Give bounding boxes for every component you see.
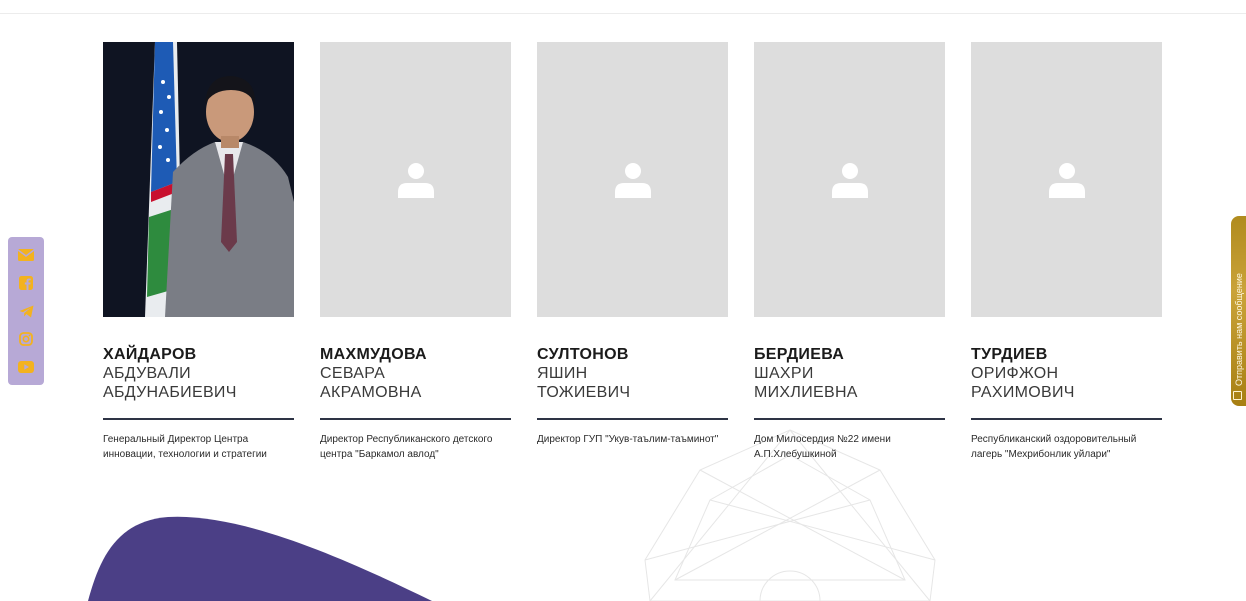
purple-wave-shape bbox=[88, 516, 432, 601]
header-bottom-border bbox=[0, 13, 1246, 14]
person-first-name: СЕВАРА bbox=[320, 365, 386, 382]
person-photo-placeholder bbox=[537, 42, 728, 317]
person-surname: МАХМУДОВА bbox=[320, 346, 427, 363]
portrait-illustration bbox=[103, 42, 294, 317]
person-description: Директор Республиканского детского центр… bbox=[320, 434, 493, 460]
person-first-name: ШАХРИ bbox=[754, 365, 814, 382]
person-card: ХАЙДАРОВ АБДУВАЛИ АБДУНАБИЕВИЧ Генеральн… bbox=[103, 42, 294, 462]
person-surname: СУЛТОНОВ bbox=[537, 346, 629, 363]
person-first-name: ЯШИН bbox=[537, 365, 588, 382]
name-divider bbox=[754, 418, 945, 420]
person-name: СУЛТОНОВ ЯШИН ТОЖИЕВИЧ bbox=[537, 345, 728, 402]
youtube-icon[interactable] bbox=[17, 358, 35, 376]
name-divider bbox=[103, 418, 294, 420]
person-card: ТУРДИЕВ ОРИФЖОН РАХИМОВИЧ Республикански… bbox=[971, 42, 1162, 462]
person-patronymic: ТОЖИЕВИЧ bbox=[537, 384, 631, 401]
person-name: ТУРДИЕВ ОРИФЖОН РАХИМОВИЧ bbox=[971, 345, 1162, 402]
feedback-tab[interactable]: Отправить нам сообщение bbox=[1231, 216, 1246, 406]
person-description: Дом Милосердия №22 имени А.П.Хлебушкиной bbox=[754, 434, 891, 460]
person-photo-placeholder bbox=[971, 42, 1162, 317]
person-first-name: АБДУВАЛИ bbox=[103, 365, 191, 382]
name-divider bbox=[971, 418, 1162, 420]
mail-icon[interactable] bbox=[17, 246, 35, 264]
user-placeholder-icon bbox=[831, 162, 868, 198]
person-card: СУЛТОНОВ ЯШИН ТОЖИЕВИЧ Директор ГУП "Уку… bbox=[537, 42, 728, 447]
person-description: Республиканский оздоровительный лагерь "… bbox=[971, 434, 1137, 460]
person-description: Генеральный Директор Центра инновации, т… bbox=[103, 434, 267, 460]
person-name: БЕРДИЕВА ШАХРИ МИХЛИЕВНА bbox=[754, 345, 945, 402]
instagram-icon[interactable] bbox=[17, 330, 35, 348]
person-patronymic: АКРАМОВНА bbox=[320, 384, 422, 401]
message-icon bbox=[1233, 391, 1242, 400]
user-placeholder-icon bbox=[397, 162, 434, 198]
person-surname: ХАЙДАРОВ bbox=[103, 346, 197, 363]
person-surname: БЕРДИЕВА bbox=[754, 346, 845, 363]
person-surname: ТУРДИЕВ bbox=[971, 346, 1048, 363]
facebook-icon[interactable] bbox=[17, 274, 35, 292]
name-divider bbox=[537, 418, 728, 420]
telegram-icon[interactable] bbox=[17, 302, 35, 320]
person-patronymic: МИХЛИЕВНА bbox=[754, 384, 858, 401]
person-first-name: ОРИФЖОН bbox=[971, 365, 1059, 382]
name-divider bbox=[320, 418, 511, 420]
person-card: МАХМУДОВА СЕВАРА АКРАМОВНА Директор Респ… bbox=[320, 42, 511, 462]
user-placeholder-icon bbox=[614, 162, 651, 198]
feedback-label: Отправить нам сообщение bbox=[1234, 273, 1244, 386]
user-placeholder-icon bbox=[1048, 162, 1085, 198]
person-description: Директор ГУП "Укув-таълим-таъминот" bbox=[537, 434, 719, 445]
person-photo bbox=[103, 42, 294, 317]
person-photo-placeholder bbox=[754, 42, 945, 317]
person-photo-placeholder bbox=[320, 42, 511, 317]
social-links-bar bbox=[8, 237, 44, 385]
person-patronymic: РАХИМОВИЧ bbox=[971, 384, 1075, 401]
person-patronymic: АБДУНАБИЕВИЧ bbox=[103, 384, 237, 401]
person-card: БЕРДИЕВА ШАХРИ МИХЛИЕВНА Дом Милосердия … bbox=[754, 42, 945, 462]
person-name: МАХМУДОВА СЕВАРА АКРАМОВНА bbox=[320, 345, 511, 402]
person-name: ХАЙДАРОВ АБДУВАЛИ АБДУНАБИЕВИЧ bbox=[103, 345, 294, 402]
